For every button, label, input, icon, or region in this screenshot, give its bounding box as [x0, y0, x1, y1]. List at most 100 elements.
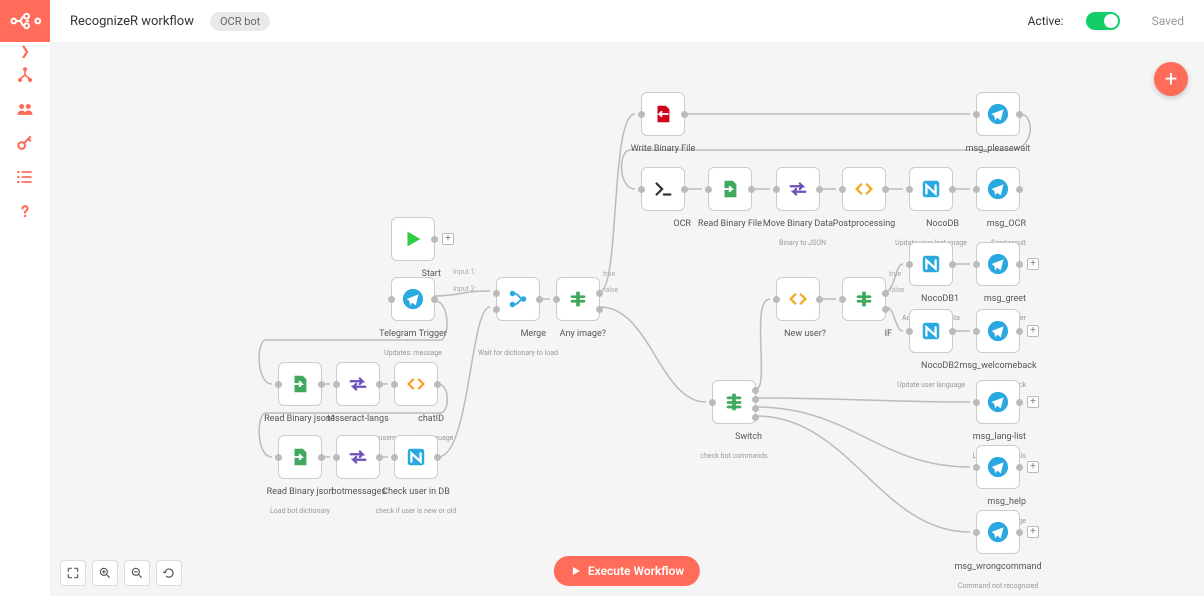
- node-label: Read Binary json1: [264, 414, 336, 425]
- left-rail: ❯: [0, 0, 50, 596]
- add-output-greet[interactable]: +: [1027, 258, 1039, 270]
- brand-logo[interactable]: [0, 0, 50, 42]
- node-sublabel: Load bot dictionary: [270, 508, 330, 516]
- code-icon: [405, 373, 427, 395]
- node-msg_wrongcommand[interactable]: msg_wrongcommandCommand not recognized: [970, 510, 1026, 592]
- telegram-icon: [987, 103, 1009, 125]
- zoom-reset-button[interactable]: [156, 560, 182, 586]
- add-output-langlist[interactable]: +: [1027, 396, 1039, 408]
- play-icon: [402, 228, 424, 250]
- swap-icon: [787, 178, 809, 200]
- readfile-icon: [289, 373, 311, 395]
- sidebar-item-help[interactable]: [0, 194, 50, 228]
- node-msg_ocr[interactable]: msg_OCRSend result: [970, 167, 1026, 249]
- node-sublabel: check if user is new or old: [376, 508, 457, 516]
- node-merge[interactable]: MergeWait for dictionary to load: [490, 277, 546, 359]
- header: RecognizeR workflow OCR bot Active: Save…: [50, 0, 1204, 42]
- node-label: Any image?: [560, 329, 606, 340]
- add-node-button[interactable]: +: [1154, 62, 1188, 96]
- execute-workflow-button[interactable]: Execute Workflow: [554, 556, 700, 586]
- node-ocr[interactable]: OCR: [635, 167, 691, 230]
- node-label: tesseract-langs: [327, 414, 388, 425]
- node-label: msg_help: [987, 497, 1026, 508]
- node-msg_welcomeback[interactable]: msg_welcomebackWelcome back: [970, 309, 1026, 391]
- node-start[interactable]: Start: [385, 217, 441, 280]
- node-read_bin_json1[interactable]: Read Binary json1: [272, 362, 328, 425]
- node-chatid[interactable]: chatIDusername and language: [388, 362, 444, 444]
- telegram-icon: [987, 456, 1009, 478]
- node-label: Merge: [521, 329, 546, 340]
- node-msg_pleasewait[interactable]: msg_pleasewait: [970, 92, 1026, 155]
- sidebar-item-credentials[interactable]: [0, 126, 50, 160]
- merge-input2-label: Input 2:: [453, 285, 476, 293]
- sidebar-item-workflows[interactable]: [0, 58, 50, 92]
- zoom-controls: [60, 560, 182, 586]
- workflow-tag[interactable]: OCR bot: [210, 12, 270, 31]
- node-label: msg_OCR: [987, 219, 1026, 230]
- node-label: Postprocessing: [833, 219, 895, 230]
- node-sublabel: Updates: message: [384, 350, 442, 358]
- node-label: NocoDB1: [921, 294, 959, 305]
- node-sublabel: check bot commands: [700, 453, 767, 461]
- sidebar-item-templates[interactable]: [0, 92, 50, 126]
- rail-expand-icon[interactable]: ❯: [5, 44, 45, 58]
- active-toggle[interactable]: [1086, 12, 1120, 30]
- nocodb-icon: [920, 320, 942, 342]
- node-label: Move Binary Data: [763, 219, 833, 230]
- node-label: Telegram Trigger: [379, 329, 447, 340]
- readfile-icon: [719, 178, 741, 200]
- node-label: msg_wrongcommand: [954, 562, 1041, 573]
- node-label: New user?: [784, 329, 826, 340]
- telegram-icon: [987, 521, 1009, 543]
- code-icon: [853, 178, 875, 200]
- node-label: Read Binary json: [267, 487, 334, 498]
- node-any_image[interactable]: Any image?: [550, 277, 606, 340]
- node-check_user[interactable]: Check user in DBcheck if user is new or …: [388, 435, 444, 517]
- zoom-in-button[interactable]: [92, 560, 118, 586]
- node-label: IF: [885, 329, 892, 340]
- node-label: msg_welcomeback: [959, 361, 1036, 372]
- node-label: botmessages: [332, 487, 386, 498]
- node-read_bin_json[interactable]: Read Binary jsonLoad bot dictionary: [272, 435, 328, 517]
- node-tesseract_langs[interactable]: tesseract-langs: [330, 362, 386, 425]
- node-nocodb2[interactable]: NocoDB2Update user language: [903, 309, 959, 391]
- sidebar-item-executions[interactable]: [0, 160, 50, 194]
- swap-icon: [347, 446, 369, 468]
- node-label: Write Binary File: [631, 144, 696, 155]
- telegram-icon: [987, 253, 1009, 275]
- add-output-help[interactable]: +: [1027, 461, 1039, 473]
- if-icon: [853, 288, 875, 310]
- telegram-icon: [987, 320, 1009, 342]
- node-telegram_trigger[interactable]: Telegram TriggerUpdates: message: [385, 277, 441, 359]
- node-new_user[interactable]: New user?: [770, 277, 826, 340]
- node-label: OCR: [673, 219, 691, 230]
- code-icon: [787, 288, 809, 310]
- add-output-wrongcmd[interactable]: +: [1027, 526, 1039, 538]
- telegram-icon: [402, 288, 424, 310]
- node-postprocessing[interactable]: Postprocessing: [836, 167, 892, 230]
- writefile-icon: [652, 103, 674, 125]
- edges: [50, 42, 1204, 596]
- swap-icon: [347, 373, 369, 395]
- workflow-name[interactable]: RecognizeR workflow: [70, 14, 194, 29]
- zoom-fit-button[interactable]: [60, 560, 86, 586]
- node-botmessages[interactable]: botmessages: [330, 435, 386, 498]
- node-label: Switch: [735, 432, 762, 443]
- readfile-icon: [289, 446, 311, 468]
- node-label: msg_greet: [984, 294, 1026, 305]
- node-if[interactable]: IF: [836, 277, 892, 340]
- node-move_binary[interactable]: Move Binary DataBinary to JSON: [770, 167, 826, 249]
- execute-label: Execute Workflow: [588, 564, 684, 578]
- node-read_binary_file[interactable]: Read Binary File: [702, 167, 758, 230]
- add-output-start[interactable]: +: [442, 233, 454, 245]
- node-label: msg_lang-list: [973, 432, 1026, 443]
- workflow-canvas[interactable]: Input 1: Input 2: true false true false …: [50, 42, 1204, 596]
- add-output-welcomeback[interactable]: +: [1027, 325, 1039, 337]
- zoom-out-button[interactable]: [124, 560, 150, 586]
- node-switch[interactable]: Switchcheck bot commands: [706, 380, 762, 462]
- node-write_binary[interactable]: Write Binary File: [635, 92, 691, 155]
- if-icon: [567, 288, 589, 310]
- node-label: msg_pleasewait: [966, 144, 1031, 155]
- saved-label: Saved: [1152, 14, 1184, 28]
- node-nocodb[interactable]: NocoDBUpdate user last image: [903, 167, 959, 249]
